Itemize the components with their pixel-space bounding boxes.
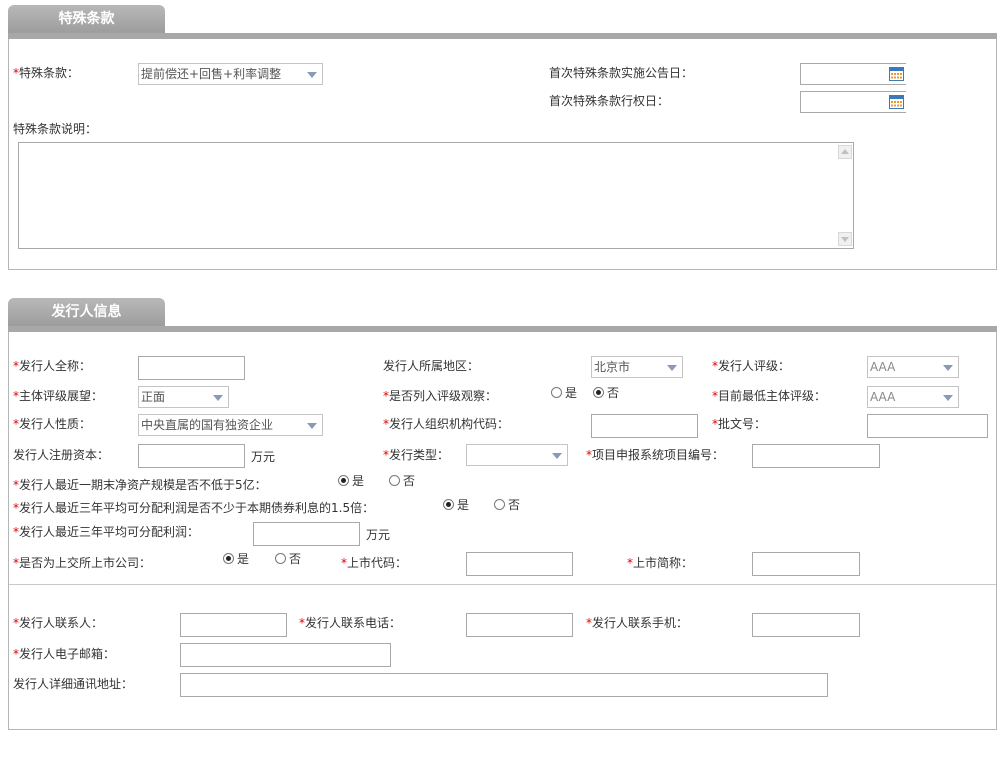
net-assets-label: *发行人最近一期末净资产规模是否不低于5亿：: [13, 478, 267, 492]
issuer-region-label: 发行人所属地区：: [383, 359, 480, 373]
radio-icon: [389, 475, 400, 486]
issuer-nature-select[interactable]: 中央直属的国有独资企业: [138, 414, 323, 436]
contact-person-input[interactable]: [180, 613, 287, 637]
chevron-down-icon: [665, 357, 679, 377]
stock-abbr-input[interactable]: [752, 552, 860, 576]
radio-icon: [551, 387, 562, 398]
stock-abbr-label: *上市简称：: [627, 556, 694, 570]
registered-capital-label: 发行人注册资本：: [13, 448, 110, 462]
radio-selected-icon: [593, 387, 604, 398]
project-no-label: *项目申报系统项目编号：: [586, 448, 725, 462]
email-label: *发行人电子邮箱：: [13, 647, 116, 661]
rating-watch-no-radio[interactable]: 否: [593, 386, 619, 400]
scroll-down-icon[interactable]: [838, 232, 852, 246]
chevron-down-icon: [305, 64, 319, 84]
net-assets-yes-radio[interactable]: 是: [338, 474, 364, 488]
registered-capital-input[interactable]: [138, 444, 245, 468]
issuer-region-value: 北京市: [594, 360, 631, 374]
tab-special-clause[interactable]: 特殊条款: [8, 5, 165, 34]
tab-issuer-info[interactable]: 发行人信息: [8, 298, 165, 327]
lowest-rating-select[interactable]: AAA: [867, 386, 959, 408]
issuer-rating-label: *发行人评级：: [712, 359, 791, 373]
special-clause-desc-textarea[interactable]: [18, 142, 854, 249]
rating-watch-label: *是否列入评级观察：: [383, 389, 498, 403]
capital-unit: 万元: [251, 450, 276, 464]
address-input[interactable]: [180, 673, 828, 697]
chevron-down-icon: [211, 387, 225, 407]
first-exercise-date-input[interactable]: [800, 91, 906, 113]
chevron-down-icon: [941, 387, 955, 407]
issue-type-label: *发行类型：: [383, 448, 450, 462]
address-label: 发行人详细通讯地址：: [13, 677, 134, 691]
listed-yes-radio[interactable]: 是: [223, 552, 249, 566]
rating-outlook-label: *主体评级展望：: [13, 389, 104, 403]
lowest-rating-value: AAA: [870, 390, 896, 404]
radio-icon: [275, 553, 286, 564]
contact-mobile-label: *发行人联系手机：: [586, 616, 689, 630]
divider: [9, 584, 996, 585]
calendar-icon[interactable]: [889, 95, 904, 109]
contact-mobile-input[interactable]: [752, 613, 860, 637]
avg-profit-label: *发行人最近三年平均可分配利润：: [13, 525, 200, 539]
org-code-label: *发行人组织机构代码：: [383, 417, 510, 431]
net-assets-no-radio[interactable]: 否: [389, 474, 415, 488]
issue-type-select[interactable]: [466, 444, 568, 466]
contact-phone-input[interactable]: [466, 613, 573, 637]
issuer-fullname-label: *发行人全称：: [13, 359, 92, 373]
scroll-up-icon[interactable]: [838, 145, 852, 159]
org-code-input[interactable]: [591, 414, 698, 438]
chevron-down-icon: [305, 415, 319, 435]
radio-selected-icon: [443, 499, 454, 510]
avg-profit-unit: 万元: [366, 528, 391, 542]
first-notice-date-input[interactable]: [800, 63, 906, 85]
rating-outlook-select[interactable]: 正面: [138, 386, 229, 408]
rating-outlook-value: 正面: [141, 390, 166, 404]
issuer-rating-select[interactable]: AAA: [867, 356, 959, 378]
issuer-nature-value: 中央直属的国有独资企业: [141, 418, 274, 432]
contact-phone-label: *发行人联系电话：: [299, 616, 402, 630]
special-clause-label: *特殊条款：: [13, 66, 80, 80]
profit-ratio-yes-radio[interactable]: 是: [443, 498, 469, 512]
calendar-icon[interactable]: [889, 67, 904, 81]
stock-code-label: *上市代码：: [341, 556, 408, 570]
special-clause-value: 提前偿还+回售+利率调整: [141, 67, 282, 81]
approval-no-label: *批文号：: [712, 417, 767, 431]
issuer-region-select[interactable]: 北京市: [591, 356, 683, 378]
profit-ratio-no-radio[interactable]: 否: [494, 498, 520, 512]
issuer-rating-value: AAA: [870, 360, 896, 374]
listed-company-label: *是否为上交所上市公司：: [13, 556, 152, 570]
first-notice-date-label: 首次特殊条款实施公告日：: [549, 66, 694, 80]
avg-profit-input[interactable]: [253, 522, 360, 546]
contact-person-label: *发行人联系人：: [13, 616, 104, 630]
project-no-input[interactable]: [752, 444, 880, 468]
issuer-fullname-input[interactable]: [138, 356, 245, 380]
radio-selected-icon: [338, 475, 349, 486]
listed-no-radio[interactable]: 否: [275, 552, 301, 566]
special-clause-desc-label: 特殊条款说明：: [13, 122, 98, 136]
lowest-rating-label: *目前最低主体评级：: [712, 389, 827, 403]
chevron-down-icon: [550, 445, 564, 465]
profit-ratio-label: *发行人最近三年平均可分配利润是否不少于本期债券利息的1.5倍：: [13, 501, 375, 515]
radio-selected-icon: [223, 553, 234, 564]
first-exercise-date-label: 首次特殊条款行权日：: [549, 94, 670, 108]
radio-icon: [494, 499, 505, 510]
special-clause-select[interactable]: 提前偿还+回售+利率调整: [138, 63, 323, 85]
rating-watch-yes-radio[interactable]: 是: [551, 386, 577, 400]
approval-no-input[interactable]: [867, 414, 988, 438]
issuer-nature-label: *发行人性质：: [13, 417, 92, 431]
chevron-down-icon: [941, 357, 955, 377]
email-input[interactable]: [180, 643, 391, 667]
stock-code-input[interactable]: [466, 552, 573, 576]
